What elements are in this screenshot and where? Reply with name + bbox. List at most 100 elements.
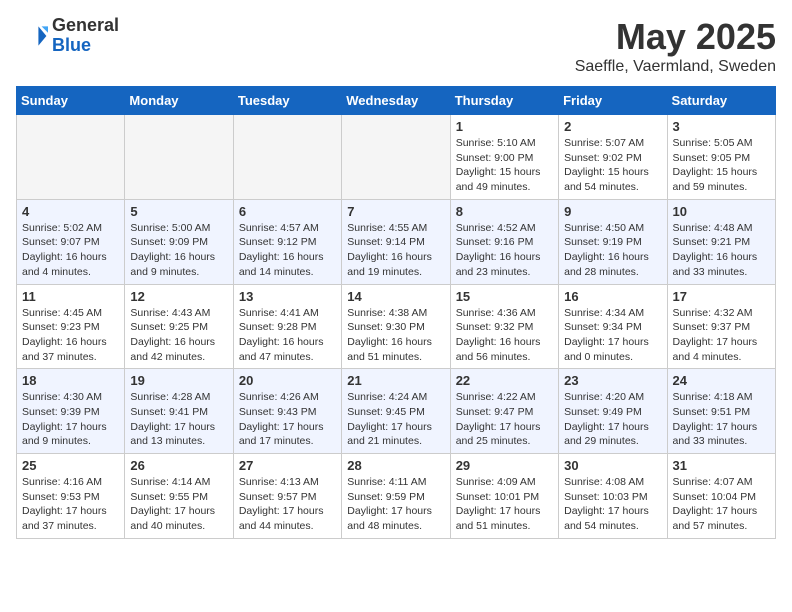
logo-general: General	[52, 16, 119, 36]
logo-text: General Blue	[52, 16, 119, 56]
day-number: 1	[456, 119, 553, 134]
table-row: 14 Sunrise: 4:38 AM Sunset: 9:30 PM Dayli…	[342, 284, 450, 369]
day-info: Sunrise: 4:32 AM Sunset: 9:37 PM Dayligh…	[673, 306, 770, 365]
table-row: 29 Sunrise: 4:09 AM Sunset: 10:01 PM Dayl…	[450, 454, 558, 539]
table-row: 9Sunrise: 4:50 AM Sunset: 9:19 PM Daylig…	[559, 199, 667, 284]
day-number: 21	[347, 373, 444, 388]
table-row: 30 Sunrise: 4:08 AM Sunset: 10:03 PM Dayl…	[559, 454, 667, 539]
day-info: Sunrise: 4:57 AM Sunset: 9:12 PM Dayligh…	[239, 221, 336, 280]
table-row: 18 Sunrise: 4:30 AM Sunset: 9:39 PM Dayli…	[17, 369, 125, 454]
col-friday: Friday	[559, 87, 667, 115]
col-thursday: Thursday	[450, 87, 558, 115]
day-number: 9	[564, 204, 661, 219]
table-row: 22 Sunrise: 4:22 AM Sunset: 9:47 PM Dayli…	[450, 369, 558, 454]
day-number: 23	[564, 373, 661, 388]
table-row	[125, 115, 233, 200]
table-row: 2 Sunrise: 5:07 AM Sunset: 9:02 PM Daylig…	[559, 115, 667, 200]
calendar-week-row: 25Sunrise: 4:16 AM Sunset: 9:53 PM Dayli…	[17, 454, 776, 539]
day-info: Sunrise: 5:10 AM Sunset: 9:00 PM Dayligh…	[456, 136, 553, 195]
table-row	[233, 115, 341, 200]
table-row	[342, 115, 450, 200]
day-number: 29	[456, 458, 553, 473]
day-info: Sunrise: 5:05 AM Sunset: 9:05 PM Dayligh…	[673, 136, 770, 195]
day-number: 28	[347, 458, 444, 473]
day-number: 13	[239, 289, 336, 304]
calendar-subtitle: Saeffle, Vaermland, Sweden	[575, 58, 776, 76]
page-header: General Blue May 2025 Saeffle, Vaermland…	[16, 16, 776, 76]
table-row: 26 Sunrise: 4:14 AM Sunset: 9:55 PM Dayli…	[125, 454, 233, 539]
day-info: Sunrise: 4:30 AM Sunset: 9:39 PM Dayligh…	[22, 390, 119, 449]
col-wednesday: Wednesday	[342, 87, 450, 115]
day-info: Sunrise: 4:11 AM Sunset: 9:59 PM Dayligh…	[347, 475, 444, 534]
calendar-title: May 2025	[575, 16, 776, 58]
calendar-table: Sunday Monday Tuesday Wednesday Thursday…	[16, 86, 776, 539]
day-info: Sunrise: 4:38 AM Sunset: 9:30 PM Dayligh…	[347, 306, 444, 365]
day-number: 17	[673, 289, 770, 304]
day-number: 31	[673, 458, 770, 473]
day-info: Sunrise: 4:22 AM Sunset: 9:47 PM Dayligh…	[456, 390, 553, 449]
calendar-week-row: 18 Sunrise: 4:30 AM Sunset: 9:39 PM Dayli…	[17, 369, 776, 454]
table-row: 5Sunrise: 5:00 AM Sunset: 9:09 PM Daylig…	[125, 199, 233, 284]
day-number: 18	[22, 373, 119, 388]
calendar-header-row: Sunday Monday Tuesday Wednesday Thursday…	[17, 87, 776, 115]
table-row: 15Sunrise: 4:36 AM Sunset: 9:32 PM Dayli…	[450, 284, 558, 369]
table-row: 24Sunrise: 4:18 AM Sunset: 9:51 PM Dayli…	[667, 369, 775, 454]
day-info: Sunrise: 4:18 AM Sunset: 9:51 PM Dayligh…	[673, 390, 770, 449]
calendar-week-row: 4 Sunrise: 5:02 AM Sunset: 9:07 PM Daylig…	[17, 199, 776, 284]
day-number: 6	[239, 204, 336, 219]
title-block: May 2025 Saeffle, Vaermland, Sweden	[575, 16, 776, 76]
table-row: 28 Sunrise: 4:11 AM Sunset: 9:59 PM Dayli…	[342, 454, 450, 539]
table-row: 11 Sunrise: 4:45 AM Sunset: 9:23 PM Dayli…	[17, 284, 125, 369]
col-sunday: Sunday	[17, 87, 125, 115]
day-number: 3	[673, 119, 770, 134]
day-number: 10	[673, 204, 770, 219]
day-number: 16	[564, 289, 661, 304]
day-number: 5	[130, 204, 227, 219]
day-number: 26	[130, 458, 227, 473]
day-info: Sunrise: 4:45 AM Sunset: 9:23 PM Dayligh…	[22, 306, 119, 365]
day-number: 27	[239, 458, 336, 473]
calendar-week-row: 11 Sunrise: 4:45 AM Sunset: 9:23 PM Dayli…	[17, 284, 776, 369]
table-row: 17 Sunrise: 4:32 AM Sunset: 9:37 PM Dayli…	[667, 284, 775, 369]
day-info: Sunrise: 5:07 AM Sunset: 9:02 PM Dayligh…	[564, 136, 661, 195]
day-info: Sunrise: 4:41 AM Sunset: 9:28 PM Dayligh…	[239, 306, 336, 365]
day-number: 30	[564, 458, 661, 473]
table-row: 20Sunrise: 4:26 AM Sunset: 9:43 PM Dayli…	[233, 369, 341, 454]
table-row: 27Sunrise: 4:13 AM Sunset: 9:57 PM Dayli…	[233, 454, 341, 539]
day-number: 2	[564, 119, 661, 134]
table-row: 13 Sunrise: 4:41 AM Sunset: 9:28 PM Dayli…	[233, 284, 341, 369]
table-row: 16 Sunrise: 4:34 AM Sunset: 9:34 PM Dayli…	[559, 284, 667, 369]
day-number: 22	[456, 373, 553, 388]
table-row: 6 Sunrise: 4:57 AM Sunset: 9:12 PM Daylig…	[233, 199, 341, 284]
calendar-week-row: 1 Sunrise: 5:10 AM Sunset: 9:00 PM Daylig…	[17, 115, 776, 200]
day-info: Sunrise: 4:43 AM Sunset: 9:25 PM Dayligh…	[130, 306, 227, 365]
table-row: 19Sunrise: 4:28 AM Sunset: 9:41 PM Dayli…	[125, 369, 233, 454]
logo: General Blue	[16, 16, 119, 56]
table-row: 7Sunrise: 4:55 AM Sunset: 9:14 PM Daylig…	[342, 199, 450, 284]
table-row: 21 Sunrise: 4:24 AM Sunset: 9:45 PM Dayli…	[342, 369, 450, 454]
day-number: 8	[456, 204, 553, 219]
day-info: Sunrise: 4:26 AM Sunset: 9:43 PM Dayligh…	[239, 390, 336, 449]
day-info: Sunrise: 4:16 AM Sunset: 9:53 PM Dayligh…	[22, 475, 119, 534]
table-row: 8Sunrise: 4:52 AM Sunset: 9:16 PM Daylig…	[450, 199, 558, 284]
day-info: Sunrise: 4:34 AM Sunset: 9:34 PM Dayligh…	[564, 306, 661, 365]
col-tuesday: Tuesday	[233, 87, 341, 115]
table-row: 31 Sunrise: 4:07 AM Sunset: 10:04 PM Dayl…	[667, 454, 775, 539]
table-row	[17, 115, 125, 200]
day-number: 19	[130, 373, 227, 388]
day-info: Sunrise: 5:02 AM Sunset: 9:07 PM Dayligh…	[22, 221, 119, 280]
day-number: 11	[22, 289, 119, 304]
day-number: 4	[22, 204, 119, 219]
day-info: Sunrise: 4:09 AM Sunset: 10:01 PM Daylig…	[456, 475, 553, 534]
day-info: Sunrise: 4:48 AM Sunset: 9:21 PM Dayligh…	[673, 221, 770, 280]
day-info: Sunrise: 4:24 AM Sunset: 9:45 PM Dayligh…	[347, 390, 444, 449]
day-number: 12	[130, 289, 227, 304]
table-row: 25Sunrise: 4:16 AM Sunset: 9:53 PM Dayli…	[17, 454, 125, 539]
table-row: 1 Sunrise: 5:10 AM Sunset: 9:00 PM Daylig…	[450, 115, 558, 200]
day-info: Sunrise: 4:55 AM Sunset: 9:14 PM Dayligh…	[347, 221, 444, 280]
day-info: Sunrise: 4:14 AM Sunset: 9:55 PM Dayligh…	[130, 475, 227, 534]
day-info: Sunrise: 4:08 AM Sunset: 10:03 PM Daylig…	[564, 475, 661, 534]
day-info: Sunrise: 4:07 AM Sunset: 10:04 PM Daylig…	[673, 475, 770, 534]
day-number: 14	[347, 289, 444, 304]
col-monday: Monday	[125, 87, 233, 115]
